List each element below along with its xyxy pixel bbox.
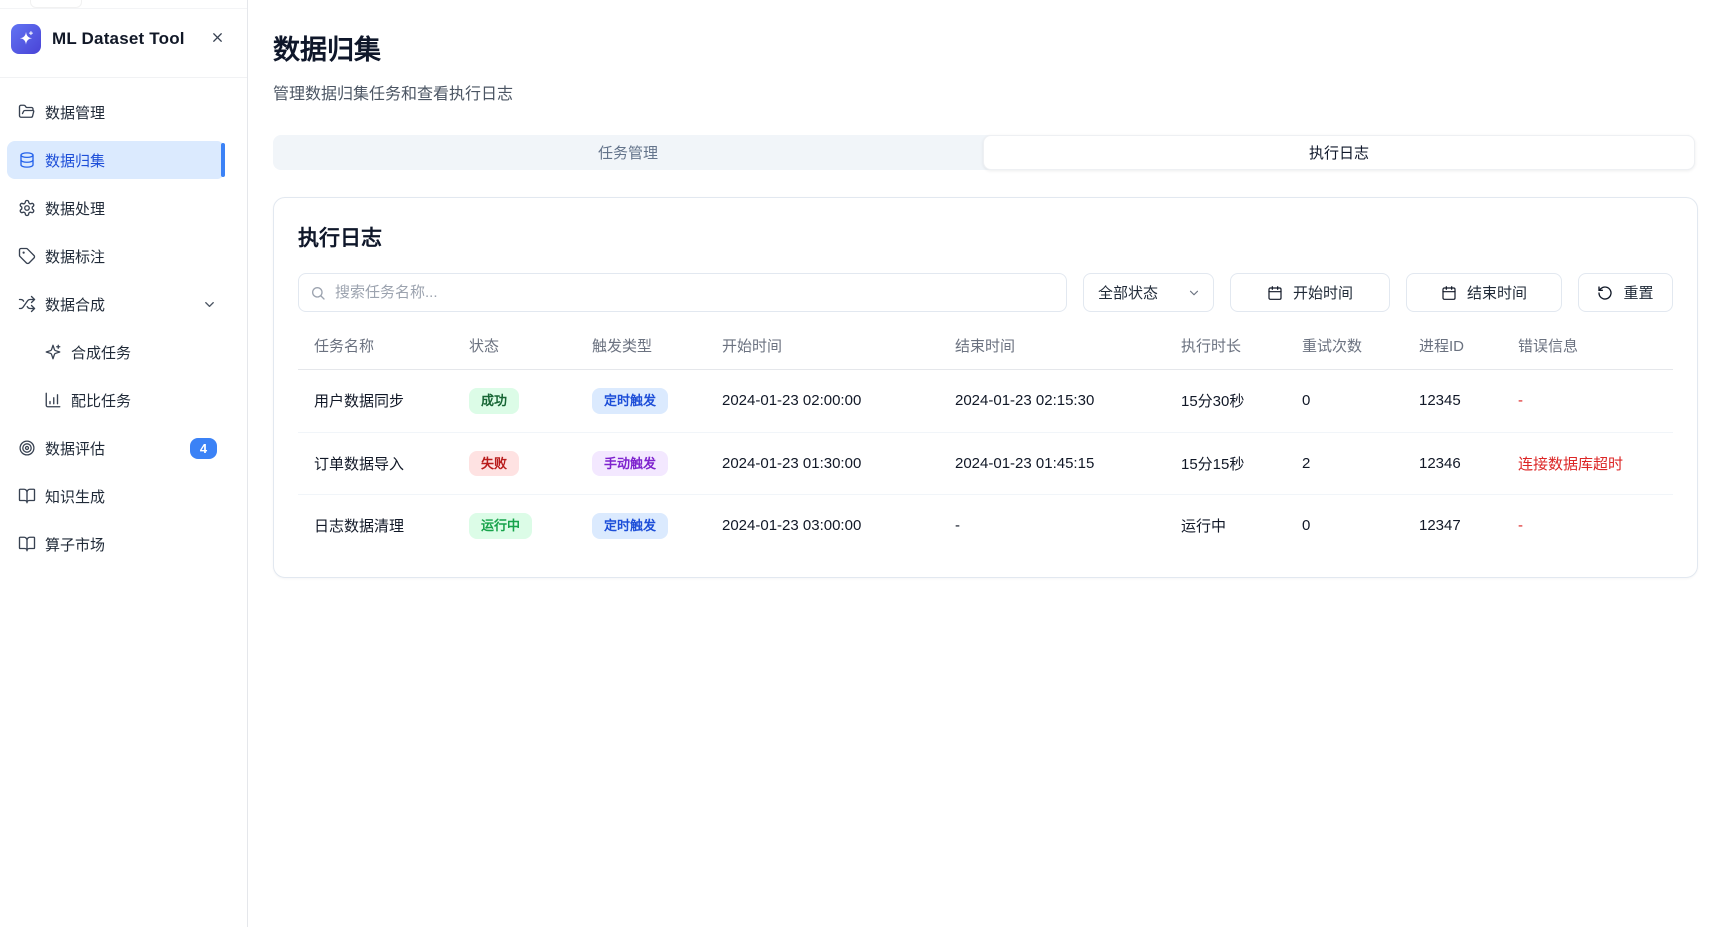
- process-id: 12346: [1403, 432, 1502, 495]
- reset-button[interactable]: 重置: [1578, 273, 1673, 312]
- sparkles-icon: [44, 343, 62, 361]
- page-title: 数据归集: [273, 28, 1698, 67]
- task-name: 日志数据清理: [298, 495, 453, 553]
- folder-icon: [18, 103, 36, 121]
- start-time: 2024-01-23 01:30:00: [706, 432, 939, 495]
- evaluation-count-badge: 4: [190, 438, 217, 459]
- end-time-button[interactable]: 结束时间: [1406, 273, 1562, 312]
- top-divider: [0, 8, 247, 9]
- status-filter-value: 全部状态: [1098, 282, 1158, 303]
- execution-log-panel: 执行日志 全部状态 开始时间 结束时间: [273, 197, 1698, 578]
- sidebar-item-data-labeling[interactable]: 数据标注: [7, 237, 225, 275]
- execution-log-table: 任务名称 状态 触发类型 开始时间 结束时间 执行时长 重试次数 进程ID 错误…: [298, 321, 1673, 553]
- col-task-name: 任务名称: [298, 321, 453, 370]
- task-name: 用户数据同步: [298, 370, 453, 433]
- search-icon: [310, 285, 326, 301]
- sidebar-item-data-synthesis[interactable]: 数据合成: [7, 285, 225, 323]
- calendar-icon: [1441, 285, 1457, 301]
- col-error: 错误信息: [1502, 321, 1673, 370]
- sidebar-item-knowledge-generation[interactable]: 知识生成: [7, 477, 225, 515]
- end-time: 2024-01-23 01:45:15: [939, 432, 1165, 495]
- sidebar-item-data-processing[interactable]: 数据处理: [7, 189, 225, 227]
- calendar-icon: [1267, 285, 1283, 301]
- shuffle-icon: [18, 295, 36, 313]
- start-time: 2024-01-23 02:00:00: [706, 370, 939, 433]
- col-duration: 执行时长: [1165, 321, 1286, 370]
- trigger-badge: 定时触发: [592, 513, 668, 539]
- col-pid: 进程ID: [1403, 321, 1502, 370]
- col-trigger-type: 触发类型: [576, 321, 706, 370]
- retry-count: 0: [1286, 495, 1403, 553]
- rotate-ccw-icon: [1597, 285, 1613, 301]
- bar-chart-icon: [44, 391, 62, 409]
- sidebar-nav: 数据管理 数据归集 数据处理 数据标注 数据合成 合成任务: [0, 78, 247, 563]
- panel-title: 执行日志: [298, 222, 1673, 252]
- trigger-badge: 定时触发: [592, 388, 668, 414]
- process-id: 12347: [1403, 495, 1502, 553]
- sidebar-item-ratio-task[interactable]: 配比任务: [7, 381, 225, 419]
- status-badge: 成功: [469, 388, 519, 414]
- start-time-button[interactable]: 开始时间: [1230, 273, 1390, 312]
- col-retries: 重试次数: [1286, 321, 1403, 370]
- sidebar: ML Dataset Tool 数据管理 数据归集 数据处理 数据标注: [0, 0, 248, 927]
- sidebar-header: ML Dataset Tool: [0, 0, 247, 78]
- duration: 15分15秒: [1165, 432, 1286, 495]
- trigger-badge: 手动触发: [592, 451, 668, 477]
- table-row: 用户数据同步 成功 定时触发 2024-01-23 02:00:00 2024-…: [298, 370, 1673, 433]
- sidebar-item-operator-market[interactable]: 算子市场: [7, 525, 225, 563]
- status-badge: 运行中: [469, 513, 532, 539]
- duration: 运行中: [1165, 495, 1286, 553]
- page-subtitle: 管理数据归集任务和查看执行日志: [273, 80, 1698, 104]
- app-root: ML Dataset Tool 数据管理 数据归集 数据处理 数据标注: [0, 0, 1711, 927]
- sidebar-item-data-collection[interactable]: 数据归集: [7, 141, 225, 179]
- error-message: -: [1502, 495, 1673, 553]
- task-name: 订单数据导入: [298, 432, 453, 495]
- retry-count: 0: [1286, 370, 1403, 433]
- end-time: 2024-01-23 02:15:30: [939, 370, 1165, 433]
- end-time: -: [939, 495, 1165, 553]
- tab-execution-logs[interactable]: 执行日志: [983, 135, 1695, 170]
- close-icon: [210, 30, 225, 48]
- sidebar-item-data-management[interactable]: 数据管理: [7, 93, 225, 131]
- sidebar-close-button[interactable]: [206, 26, 229, 52]
- col-status: 状态: [453, 321, 576, 370]
- tab-task-management[interactable]: 任务管理: [273, 135, 983, 170]
- book-open-icon: [18, 535, 36, 553]
- target-icon: [18, 439, 36, 457]
- status-filter-select[interactable]: 全部状态: [1083, 273, 1214, 312]
- error-message: 连接数据库超时: [1502, 432, 1673, 495]
- main-content: 数据归集 管理数据归集任务和查看执行日志 任务管理 执行日志 执行日志 全部状态…: [248, 0, 1711, 927]
- table-row: 订单数据导入 失败 手动触发 2024-01-23 01:30:00 2024-…: [298, 432, 1673, 495]
- retry-count: 2: [1286, 432, 1403, 495]
- duration: 15分30秒: [1165, 370, 1286, 433]
- top-edge-artifact: [30, 0, 82, 8]
- app-logo-icon: [11, 24, 41, 54]
- tag-icon: [18, 247, 36, 265]
- error-message: -: [1502, 370, 1673, 433]
- app-title: ML Dataset Tool: [52, 29, 195, 49]
- table-row: 日志数据清理 运行中 定时触发 2024-01-23 03:00:00 - 运行…: [298, 495, 1673, 553]
- col-start-time: 开始时间: [706, 321, 939, 370]
- database-icon: [18, 151, 36, 169]
- table-header-row: 任务名称 状态 触发类型 开始时间 结束时间 执行时长 重试次数 进程ID 错误…: [298, 321, 1673, 370]
- chevron-down-icon: [1187, 286, 1201, 300]
- process-id: 12345: [1403, 370, 1502, 433]
- book-open-icon: [18, 487, 36, 505]
- status-badge: 失败: [469, 451, 519, 477]
- sidebar-item-data-evaluation[interactable]: 数据评估 4: [7, 429, 225, 467]
- gear-icon: [18, 199, 36, 217]
- chevron-down-icon: [202, 297, 217, 312]
- search-input[interactable]: [298, 273, 1067, 312]
- search-field-wrap: [298, 273, 1067, 312]
- sidebar-item-synthesis-task[interactable]: 合成任务: [7, 333, 225, 371]
- tab-bar: 任务管理 执行日志: [273, 135, 1695, 170]
- start-time: 2024-01-23 03:00:00: [706, 495, 939, 553]
- filter-bar: 全部状态 开始时间 结束时间 重置: [298, 273, 1673, 312]
- col-end-time: 结束时间: [939, 321, 1165, 370]
